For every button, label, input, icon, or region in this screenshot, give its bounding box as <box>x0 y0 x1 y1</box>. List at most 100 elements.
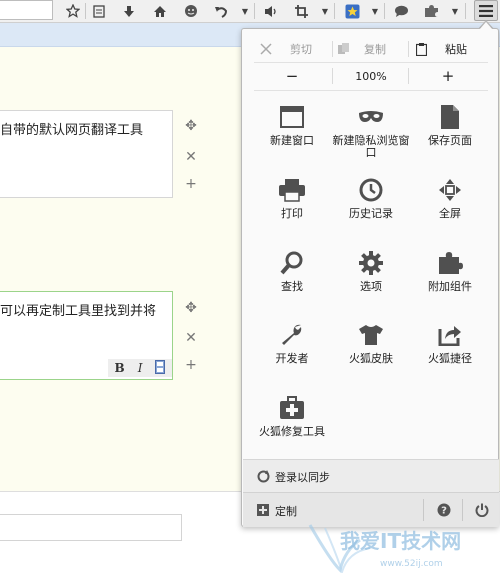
separator <box>332 68 333 84</box>
dropdown-icon[interactable]: ▼ <box>370 1 380 21</box>
separator <box>408 68 409 84</box>
item-label: 选项 <box>360 280 382 293</box>
bold-button[interactable]: B <box>115 361 125 375</box>
help-icon: ? <box>437 503 451 517</box>
home-icon[interactable] <box>151 1 169 21</box>
undo-icon[interactable] <box>212 1 230 21</box>
editor-text: 自带的默认网页翻译工具 <box>0 123 144 138</box>
separator <box>423 499 424 521</box>
reading-list-icon[interactable] <box>90 1 108 21</box>
item-label: 新建窗口 <box>270 134 314 147</box>
paste-label: 粘贴 <box>445 43 467 56</box>
print-button[interactable]: 打印 <box>249 176 335 246</box>
plus-box-icon <box>257 504 269 516</box>
svg-text:?: ? <box>441 506 447 517</box>
share-arrow-icon <box>436 321 464 349</box>
browser-toolbar: ▼ ▼ ▼ ▼ <box>0 0 500 23</box>
watermark-text: 我爱IT技术网 <box>340 529 461 553</box>
zoom-out-button[interactable]: − <box>272 65 312 87</box>
separator <box>254 90 488 91</box>
toolbar-separator <box>254 3 255 19</box>
customize-label: 定制 <box>275 505 297 518</box>
url-bar[interactable] <box>0 0 53 20</box>
private-mask-icon <box>357 103 385 131</box>
zoom-in-button[interactable]: + <box>428 65 468 87</box>
app-menu-panel: 剪切 复制 粘贴 − 100% + 新建窗口 新建隐私浏览窗口 保存页面 打印 … <box>241 22 499 527</box>
editor-text: 可以再定制工具里找到并将 <box>0 304 157 319</box>
gear-icon <box>357 249 385 277</box>
download-icon[interactable] <box>120 1 138 21</box>
options-button[interactable]: 选项 <box>328 249 414 319</box>
chat-icon[interactable] <box>182 1 200 21</box>
italic-button[interactable]: I <box>138 361 143 375</box>
dropdown-icon[interactable]: ▼ <box>320 1 330 21</box>
themes-button[interactable]: 火狐皮肤 <box>328 321 414 391</box>
move-icon[interactable]: ✥ <box>183 118 199 134</box>
close-icon[interactable]: ✕ <box>183 149 199 165</box>
separator <box>462 499 463 521</box>
item-label: 火狐修复工具 <box>259 425 325 438</box>
cut-button[interactable]: 剪切 <box>260 39 320 59</box>
star-icon[interactable] <box>64 1 82 21</box>
dropdown-icon[interactable]: ▼ <box>240 1 250 21</box>
watermark-logo: 我爱IT技术网 www.52ij.com <box>308 524 461 573</box>
magnifier-icon <box>278 249 306 277</box>
private-window-button[interactable]: 新建隐私浏览窗口 <box>328 103 414 173</box>
item-label: 保存页面 <box>428 134 472 147</box>
format-toolbar: B I <box>108 359 172 377</box>
separator <box>408 41 409 57</box>
repair-tool-button[interactable]: 火狐修复工具 <box>249 394 335 464</box>
dropdown-icon[interactable]: ▼ <box>450 1 460 21</box>
sync-row[interactable]: 登录以同步 <box>243 459 499 493</box>
printer-icon <box>278 176 306 204</box>
item-label: 火狐捷径 <box>428 352 472 365</box>
addon-icon[interactable] <box>343 1 361 21</box>
copy-icon <box>338 43 349 54</box>
new-window-button[interactable]: 新建窗口 <box>249 103 335 173</box>
item-label: 新建隐私浏览窗口 <box>332 134 410 159</box>
sync-icon <box>257 470 270 483</box>
copy-button[interactable]: 复制 <box>338 39 408 59</box>
tshirt-icon <box>357 321 385 349</box>
history-clock-icon <box>357 176 385 204</box>
separator <box>254 62 488 63</box>
cut-label: 剪切 <box>290 43 312 56</box>
menu-icon <box>479 4 493 17</box>
message-icon[interactable] <box>392 1 410 21</box>
add-icon[interactable]: + <box>183 176 199 192</box>
puzzle-icon[interactable] <box>422 1 440 21</box>
text-input[interactable] <box>0 514 182 541</box>
watermark-url: www.52ij.com <box>380 559 443 569</box>
item-label: 打印 <box>281 207 303 220</box>
menu-button[interactable] <box>474 0 498 21</box>
item-label: 附加组件 <box>428 280 472 293</box>
item-label: 火狐皮肤 <box>349 352 393 365</box>
paste-button[interactable]: 粘贴 <box>416 39 486 59</box>
image-icon[interactable] <box>155 359 166 377</box>
addons-button[interactable]: 附加组件 <box>407 249 493 319</box>
shortcut-button[interactable]: 火狐捷径 <box>407 321 493 391</box>
toolbar-separator <box>85 3 86 19</box>
item-label: 开发者 <box>275 352 309 365</box>
sync-label: 登录以同步 <box>275 471 330 484</box>
new-window-icon <box>278 103 306 131</box>
item-label: 查找 <box>281 280 303 293</box>
crop-icon[interactable] <box>292 1 310 21</box>
separator <box>332 41 333 57</box>
save-page-button[interactable]: 保存页面 <box>407 103 493 173</box>
item-label: 历史记录 <box>349 207 393 220</box>
find-button[interactable]: 查找 <box>249 249 335 319</box>
copy-label: 复制 <box>364 43 386 56</box>
add-icon[interactable]: + <box>183 357 199 373</box>
speaker-icon[interactable] <box>262 1 280 21</box>
toolbar-separator <box>334 3 335 19</box>
close-icon[interactable]: ✕ <box>183 330 199 346</box>
toolbar-separator <box>465 3 466 19</box>
move-icon[interactable]: ✥ <box>183 300 199 316</box>
answer-editor-1[interactable]: 自带的默认网页翻译工具 <box>0 110 173 198</box>
history-button[interactable]: 历史记录 <box>328 176 414 246</box>
zoom-level[interactable]: 100% <box>340 65 402 87</box>
fullscreen-button[interactable]: 全屏 <box>407 176 493 246</box>
developer-button[interactable]: 开发者 <box>249 321 335 391</box>
panel-arrow-inner <box>479 22 493 30</box>
